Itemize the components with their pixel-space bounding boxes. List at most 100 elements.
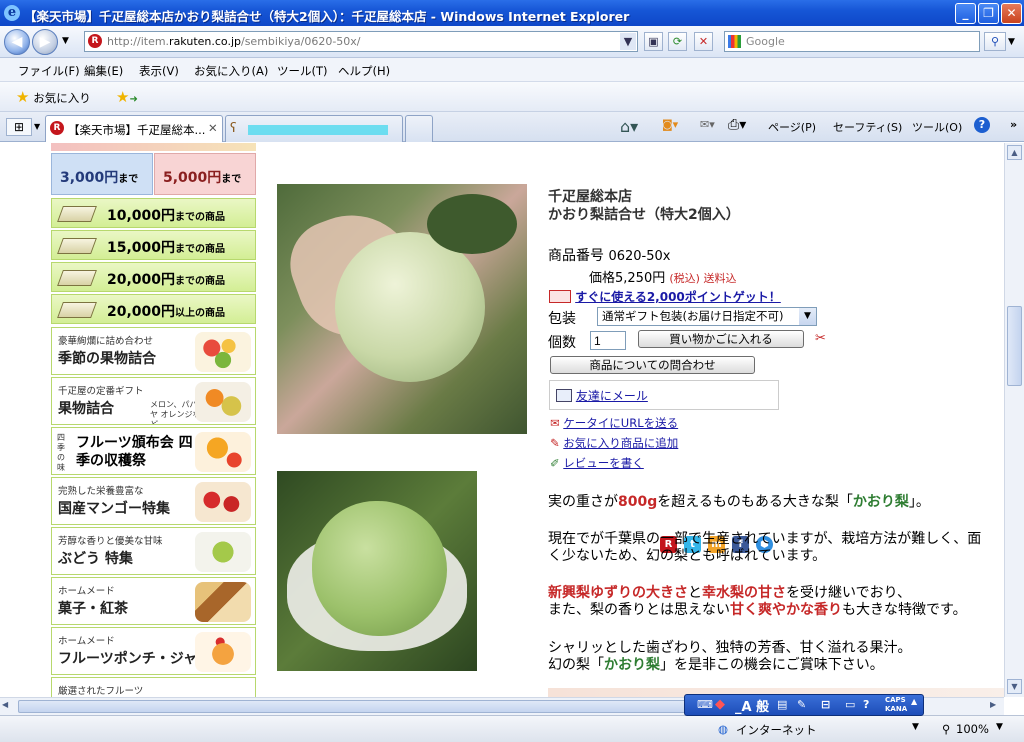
new-tab-button[interactable] xyxy=(405,115,433,142)
banner-fruit-punch[interactable]: ホームメード フルーツポンチ・ジャム xyxy=(51,627,256,675)
protected-mode-dropdown-icon[interactable]: ▼ xyxy=(912,722,919,732)
product-name: かおり梨詰合せ（特大2個入） xyxy=(548,207,740,223)
vertical-scrollbar[interactable]: ▲ ▼ xyxy=(1004,143,1024,697)
url-dropdown-icon[interactable]: ▼ xyxy=(620,33,636,50)
banner-fruit-club[interactable]: 四季の味 フルーツ頒布会 四季の収穫祭 xyxy=(51,427,256,475)
price-row-10000[interactable]: 10,000円までの商品 xyxy=(51,198,256,228)
zoom-dropdown-icon[interactable]: ▼ xyxy=(996,722,1003,732)
search-button[interactable]: ⚲ xyxy=(984,32,1006,51)
price-row-suffix: までの商品 xyxy=(175,212,226,223)
favorites-label: お気に入り xyxy=(33,91,91,105)
tab-active[interactable]: R 【楽天市場】千疋屋総本... ✕ xyxy=(45,115,223,142)
home-icon[interactable]: ⌂▾ xyxy=(620,117,638,136)
description-p4b: 幻の梨「かおり梨」を是非この機会にご賞味下さい。 xyxy=(548,654,884,674)
points-link[interactable]: すぐに使える2,000ポイントゲット！ xyxy=(549,288,781,305)
cake-image xyxy=(195,582,251,622)
menu-edit[interactable]: 編集(E) xyxy=(84,63,123,79)
close-button[interactable]: ✕ xyxy=(1001,3,1022,24)
tab-list-icon[interactable]: ▼ xyxy=(34,122,40,131)
add-favorite-button[interactable]: ★➜ xyxy=(116,88,138,106)
price-row-suffix: までの商品 xyxy=(175,276,226,287)
price-tab-5000-suffix: まで xyxy=(221,174,242,185)
price-row-20000-over[interactable]: 20,000円以上の商品 xyxy=(51,294,256,324)
search-input[interactable]: Google xyxy=(724,31,980,52)
banner-sub: 厳選されたフルーツ xyxy=(58,686,144,697)
price-tab-3000-amount: 3,000円 xyxy=(60,170,119,186)
ime-pad-icon[interactable]: ⊟ xyxy=(821,698,830,711)
tools-menu[interactable]: ツール(O) xyxy=(912,119,962,135)
scroll-left-icon[interactable]: ◀ xyxy=(2,700,8,709)
ime-mode[interactable]: _A 般 xyxy=(735,696,769,715)
feeds-icon[interactable]: ◙▾ xyxy=(662,118,678,131)
price-tab-3000-suffix: まで xyxy=(118,174,139,185)
email-friend-link[interactable]: 友達にメール xyxy=(556,387,648,404)
banner-grape[interactable]: 芳醇な香りと優美な甘味 ぶどう 特集 xyxy=(51,527,256,575)
ime-options-icon[interactable]: ▲ xyxy=(911,697,917,706)
menu-favorites[interactable]: お気に入り(A) xyxy=(194,63,268,79)
zoom-level[interactable]: 100% xyxy=(956,722,989,736)
menu-view[interactable]: 表示(V) xyxy=(139,63,179,79)
page-menu[interactable]: ページ(P) xyxy=(768,119,816,135)
banner-selected-fruit[interactable]: 厳選されたフルーツ xyxy=(51,677,256,697)
back-button[interactable]: ◀ xyxy=(4,29,30,55)
quantity-input[interactable] xyxy=(590,331,626,350)
price: 価格5,250円 xyxy=(589,271,666,286)
banner-seasonal-fruit[interactable]: 豪華絢爛に詰め合わせ 季節の果物詰合 xyxy=(51,327,256,375)
menu-help[interactable]: ヘルプ(H) xyxy=(338,63,390,79)
ime-help-icon[interactable]: ? xyxy=(863,698,869,711)
scroll-down-icon[interactable]: ▼ xyxy=(1007,679,1022,694)
print-icon[interactable]: ⎙▾ xyxy=(728,117,746,133)
scroll-up-icon[interactable]: ▲ xyxy=(1007,145,1022,160)
mobile-url-text: ケータイにURLを送る xyxy=(563,416,679,430)
restore-button[interactable]: ❐ xyxy=(978,3,999,24)
url-prefix: http://item. xyxy=(107,35,170,48)
forward-button[interactable]: ▶ xyxy=(32,29,58,55)
search-options-icon[interactable]: ▼ xyxy=(1008,37,1015,47)
banner-mango[interactable]: 完熟した栄養豊富な 国産マンゴー特集 xyxy=(51,477,256,525)
banner-sub: 芳醇な香りと優美な甘味 xyxy=(58,536,163,547)
tab-close-icon[interactable]: ✕ xyxy=(208,121,218,135)
compatibility-icon[interactable]: ▣ xyxy=(644,32,663,51)
tab-inactive[interactable]: ʕ xyxy=(225,115,403,142)
minimize-button[interactable]: _ xyxy=(955,3,976,24)
vertical-scroll-thumb[interactable] xyxy=(1007,306,1022,386)
menu-file[interactable]: ファイル(F) xyxy=(18,63,80,79)
safety-menu[interactable]: セーフティ(S) xyxy=(833,119,902,135)
menu-tools[interactable]: ツール(T) xyxy=(277,63,328,79)
history-dropdown-icon[interactable]: ▼ xyxy=(62,36,69,46)
ime-properties-icon[interactable]: ▭ xyxy=(845,698,855,711)
favorites-button[interactable]: ★ お気に入り xyxy=(16,88,91,106)
banner-sweets-tea[interactable]: ホームメード 菓子・紅茶 xyxy=(51,577,256,625)
fruit-box-image xyxy=(195,382,251,422)
price-tab-3000[interactable]: 3,000円まで xyxy=(51,153,153,195)
price-tab-5000[interactable]: 5,000円まで xyxy=(154,153,256,195)
favorite-item-link[interactable]: ✎ お気に入り商品に追加 xyxy=(550,435,678,451)
wrap-select[interactable]: 通常ギフト包装(お届け日指定不可) ▼ xyxy=(597,307,817,326)
inquiry-button[interactable]: 商品についての問合わせ xyxy=(550,356,755,374)
write-review-text: レビューを書く xyxy=(563,456,644,470)
price-row-20000[interactable]: 20,000円までの商品 xyxy=(51,262,256,292)
price-row-amount: 20,000円 xyxy=(107,272,176,288)
price-row-15000[interactable]: 15,000円までの商品 xyxy=(51,230,256,260)
mail-icon[interactable]: ✉▾ xyxy=(700,118,715,131)
bookmark-icon: ✎ xyxy=(550,436,560,450)
mobile-url-link[interactable]: ✉ ケータイにURLを送る xyxy=(550,415,678,431)
ime-dictionary-icon[interactable]: ▤ xyxy=(777,698,787,711)
url-field[interactable]: R http://item.rakuten.co.jp/sembikiya/06… xyxy=(84,31,638,52)
add-to-cart-button[interactable]: 買い物かごに入れる xyxy=(638,330,804,348)
ime-tool-icon[interactable]: ✎ xyxy=(797,698,806,711)
refresh-icon[interactable]: ⟳ xyxy=(668,32,687,51)
ime-input-icon[interactable]: ◆ xyxy=(715,697,725,712)
scroll-right-icon[interactable]: ▶ xyxy=(990,700,996,709)
description-p3b: また、梨の香りとは思えない甘く爽やかな香りも大きな特徴です。 xyxy=(548,599,967,619)
write-review-link[interactable]: ✐ レビューを書く xyxy=(550,455,644,471)
points-text: すぐに使える2,000ポイントゲット！ xyxy=(575,290,781,304)
ime-keyboard-icon[interactable]: ⌨ xyxy=(697,698,713,711)
price-row-amount: 20,000円 xyxy=(107,304,176,320)
more-commands-icon[interactable]: » xyxy=(1010,118,1017,131)
help-icon[interactable]: ? xyxy=(974,117,990,133)
banner-fruit-assortment[interactable]: 千疋屋の定番ギフト 果物詰合 メロン、パパイヤ オレンジなど xyxy=(51,377,256,425)
stop-icon[interactable]: ✕ xyxy=(694,32,713,51)
fruit-basket-image xyxy=(195,332,251,372)
quick-tabs-icon[interactable]: ⊞ xyxy=(6,118,32,136)
